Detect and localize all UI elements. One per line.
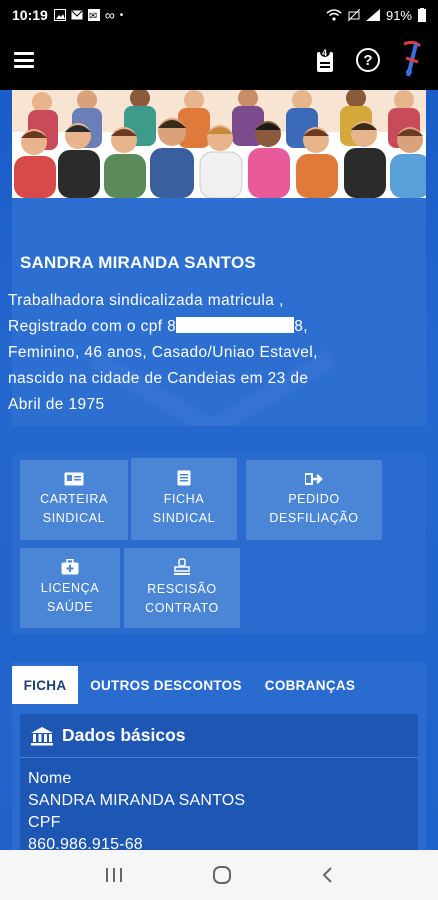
file-icon (177, 470, 191, 486)
dados-basicos-header: Dados básicos (20, 714, 418, 758)
ficha-label-2: SINDICAL (152, 511, 216, 525)
infinity-icon: ∞ (104, 7, 115, 23)
nome-value: SANDRA MIRANDA SANTOS (28, 792, 246, 809)
nome-label: Nome (28, 770, 72, 787)
home-icon[interactable] (212, 865, 232, 885)
tab-ficha[interactable]: FICHA (12, 666, 78, 704)
rescisao-contrato-button[interactable]: RESCISÃO CONTRATO (124, 548, 240, 628)
medkit-icon (61, 559, 79, 575)
document-icon[interactable]: 4 (314, 46, 336, 74)
svg-text:4: 4 (322, 48, 327, 58)
cpf-label: CPF (28, 814, 61, 831)
tab-outros-descontos[interactable]: OUTROS DESCONTOS (82, 666, 250, 704)
tab-cobrancas[interactable]: COBRANÇAS (256, 666, 364, 704)
recent-apps-icon[interactable] (105, 867, 123, 883)
system-icons: 91% (326, 8, 426, 23)
carteira-label-1: CARTEIRA (40, 492, 108, 506)
cpf-redaction (176, 317, 295, 333)
actions-panel: CARTEIRA SINDICAL FICHA SINDICAL PEDIDO … (12, 454, 426, 634)
wifi-icon (326, 9, 342, 21)
cpf-value: 860.986.915-68 (28, 836, 143, 850)
battery-percent: 91% (385, 7, 412, 23)
mail-icon (71, 10, 83, 20)
svg-text:✉: ✉ (89, 11, 97, 21)
app-bar-actions: 4 ? (314, 40, 424, 80)
signal-icon (365, 9, 380, 21)
description-line-5: Abril de 1975 (8, 396, 105, 413)
sign-out-icon (305, 473, 323, 485)
crowd-illustration (12, 90, 426, 198)
carteira-sindical-button[interactable]: CARTEIRA SINDICAL (20, 460, 128, 540)
licenca-label-2: SAÚDE (46, 600, 94, 614)
cpf-suffix: 8, (294, 318, 308, 335)
dados-basicos-section: Dados básicos Nome SANDRA MIRANDA SANTOS… (20, 714, 418, 850)
mute-icon (347, 9, 360, 21)
dot-icon: • (119, 9, 124, 21)
ficha-label-1: FICHA (163, 492, 205, 506)
back-icon[interactable] (321, 866, 333, 884)
status-time: 10:19 (12, 7, 48, 23)
description-line-1: Trabalhadora sindicalizada matricula , (8, 292, 284, 309)
description-line-2: Registrado com o cpf 8 8, (8, 314, 404, 340)
licenca-label-1: LICENÇA (40, 581, 100, 595)
details-panel: FICHA OUTROS DESCONTOS COBRANÇAS Dados b… (12, 662, 426, 850)
licenca-saude-button[interactable]: LICENÇA SAÚDE (20, 548, 120, 628)
app-bar: 4 ? (0, 30, 438, 90)
banner-illustration (12, 90, 426, 198)
pedido-label-1: PEDIDO (288, 492, 340, 506)
member-name: SANDRA MIRANDA SANTOS (20, 253, 256, 272)
stamp-icon (174, 558, 190, 575)
union-logo-icon[interactable] (400, 40, 424, 80)
notification-icons: ✉ ∞ • (53, 7, 124, 23)
help-icon[interactable]: ? (356, 48, 380, 72)
bank-icon (31, 726, 53, 745)
status-bar: 10:19 ✉ ∞ • 91% (0, 0, 438, 30)
voicemail-icon: ✉ (87, 9, 100, 21)
pedido-label-2: DESFILIAÇÃO (269, 511, 359, 525)
rescisao-label-2: CONTRATO (145, 601, 219, 615)
description-line-4: nascido na cidade de Candeias em 23 de (8, 370, 309, 387)
content-area[interactable]: SANDRA MIRANDA SANTOS Trabalhadora sindi… (0, 90, 438, 850)
battery-icon (418, 8, 426, 22)
description-line-3: Feminino, 46 anos, Casado/Uniao Estavel, (8, 344, 318, 361)
hamburger-menu-icon[interactable] (14, 52, 34, 68)
pedido-desfiliacao-button[interactable]: PEDIDO DESFILIAÇÃO (246, 460, 382, 540)
member-description: Trabalhadora sindicalizada matricula , R… (8, 288, 404, 418)
carteira-label-2: SINDICAL (42, 511, 106, 525)
rescisao-label-1: RESCISÃO (147, 582, 217, 596)
image-icon (53, 9, 66, 21)
system-nav-bar (0, 850, 438, 900)
id-card-icon (64, 472, 84, 486)
cpf-prefix: Registrado com o cpf 8 (8, 318, 177, 335)
ficha-sindical-button[interactable]: FICHA SINDICAL (131, 458, 237, 540)
dados-basicos-title: Dados básicos (62, 725, 186, 745)
